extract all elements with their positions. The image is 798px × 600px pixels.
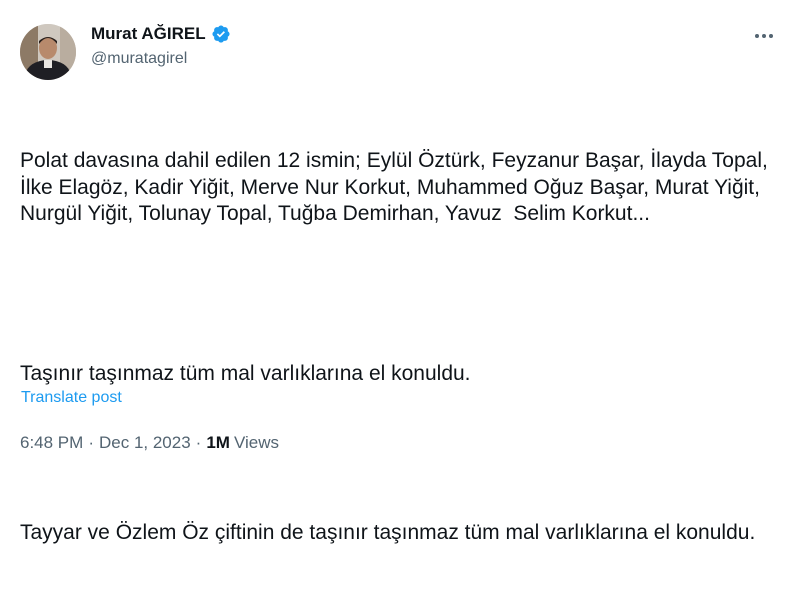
author-name-row: Murat AĞIREL bbox=[91, 24, 231, 44]
tweet-card: Murat AĞIREL @muratagirel Polat davasına… bbox=[0, 0, 798, 544]
post-paragraph: Taşınır taşınmaz tüm mal varlıklarına el… bbox=[20, 361, 471, 385]
post-metadata: 6:48 PM · Dec 1, 2023 · 1M Views bbox=[20, 433, 279, 453]
views-label[interactable]: Views bbox=[234, 433, 279, 453]
meta-separator: · bbox=[195, 433, 202, 452]
author-handle[interactable]: @muratagirel bbox=[91, 50, 187, 68]
post-paragraph: Polat davasına dahil edilen 12 ismin; Ey… bbox=[20, 149, 774, 225]
meta-separator: · bbox=[88, 433, 94, 452]
author-display-name[interactable]: Murat AĞIREL bbox=[91, 24, 206, 44]
post-date[interactable]: Dec 1, 2023 bbox=[99, 433, 191, 453]
post-time[interactable]: 6:48 PM bbox=[20, 433, 83, 453]
views-count[interactable]: 1M bbox=[206, 433, 230, 453]
post-paragraph: Tayyar ve Özlem Öz çiftinin de taşınır t… bbox=[20, 521, 756, 544]
more-options-icon[interactable] bbox=[752, 26, 776, 46]
avatar[interactable] bbox=[20, 24, 76, 80]
translate-post-link[interactable]: Translate post bbox=[21, 389, 122, 407]
post-text: Polat davasına dahil edilen 12 ismin; Ey… bbox=[20, 95, 780, 600]
verified-badge-icon[interactable] bbox=[211, 24, 231, 44]
